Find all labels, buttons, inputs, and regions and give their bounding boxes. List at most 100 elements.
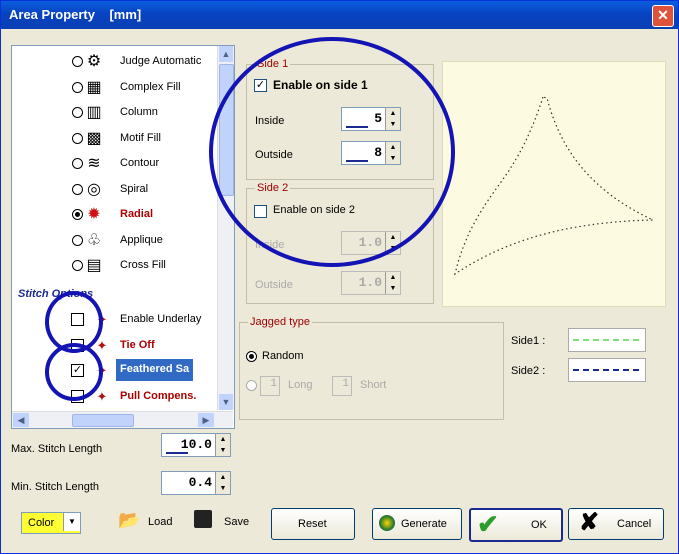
fill-type-item[interactable]: ⚙ Judge Automatic bbox=[12, 50, 217, 74]
cancel-x-icon: ✘ bbox=[579, 509, 600, 536]
motif-fill-icon: ▩ bbox=[86, 129, 102, 147]
side2-dash-line bbox=[573, 369, 639, 371]
side1-outside-value: 8 bbox=[374, 145, 382, 160]
random-label: Random bbox=[262, 350, 304, 362]
min-stitch-value: 0.4 bbox=[188, 475, 212, 490]
stitch-option-checkbox[interactable]: ✓ bbox=[71, 364, 84, 377]
reset-label: Reset bbox=[298, 518, 327, 530]
load-button[interactable]: 📂 Load bbox=[118, 510, 188, 534]
stitch-option-icon: ✦ bbox=[96, 312, 108, 327]
fill-type-radio[interactable] bbox=[72, 81, 83, 93]
fill-type-item[interactable]: ▩ Motif Fill bbox=[12, 127, 217, 151]
long-input[interactable]: 1 bbox=[260, 376, 280, 396]
applique-icon: ♧ bbox=[86, 231, 102, 249]
stitch-option-checkbox[interactable] bbox=[71, 338, 84, 352]
fill-type-item[interactable]: ♧ Applique bbox=[12, 229, 217, 253]
side1-enable-checkbox[interactable]: ✓ bbox=[254, 79, 267, 92]
fill-type-item[interactable]: ▤ Cross Fill bbox=[12, 254, 217, 278]
short-input[interactable]: 1 bbox=[332, 376, 352, 396]
fixed-radio[interactable] bbox=[246, 380, 257, 391]
chevron-down-icon[interactable]: ▼ bbox=[63, 513, 80, 531]
fill-type-label: Judge Automatic bbox=[120, 55, 202, 67]
shape-preview bbox=[442, 61, 666, 307]
max-stitch-value: 10.0 bbox=[180, 437, 212, 452]
color-select-label: Color bbox=[28, 517, 55, 529]
spin-arrows-icon[interactable]: ▲ ▼ bbox=[385, 272, 400, 294]
spin-arrows-icon[interactable]: ▲ ▼ bbox=[215, 434, 230, 456]
side1-legend: Side 1 bbox=[255, 58, 291, 70]
side2-enable-checkbox[interactable] bbox=[254, 205, 267, 218]
side2-inside-label: Inside bbox=[255, 239, 285, 251]
spin-arrows-icon[interactable]: ▲ ▼ bbox=[385, 142, 400, 164]
reset-button[interactable]: Reset bbox=[271, 508, 355, 540]
side1-inside-spinner[interactable]: 5 ▲ ▼ bbox=[341, 107, 401, 131]
fill-type-item[interactable]: ▥ Column bbox=[12, 101, 217, 125]
stitch-option-icon: ✦ bbox=[96, 337, 108, 353]
fill-type-radio[interactable] bbox=[72, 158, 83, 169]
min-stitch-spinner[interactable]: 0.4 ▲ ▼ bbox=[161, 471, 231, 495]
side1-dash-line bbox=[573, 339, 639, 341]
cancel-button[interactable]: ✘ Cancel bbox=[568, 508, 664, 540]
fill-type-item[interactable]: ✹ Radial bbox=[12, 203, 217, 227]
fill-type-label: Motif Fill bbox=[120, 131, 161, 144]
contour-icon: ≋ bbox=[87, 155, 101, 172]
fill-type-item[interactable]: ◎ Spiral bbox=[12, 178, 217, 202]
save-button[interactable]: Save bbox=[194, 510, 264, 534]
generate-label: Generate bbox=[401, 518, 447, 530]
stitch-options-header: Stitch Options bbox=[18, 288, 94, 300]
side1-line-swatch[interactable] bbox=[568, 328, 646, 352]
hscroll-thumb[interactable] bbox=[72, 414, 134, 427]
side2-line-swatch[interactable] bbox=[568, 358, 646, 382]
random-radio[interactable] bbox=[246, 351, 257, 362]
focus-underline bbox=[346, 160, 368, 162]
spin-arrows-icon[interactable]: ▲ ▼ bbox=[215, 472, 230, 494]
fill-type-radio[interactable] bbox=[72, 234, 83, 246]
side2-outside-spinner[interactable]: 1.0 ▲ ▼ bbox=[341, 271, 401, 295]
side1-outside-spinner[interactable]: 8 ▲ ▼ bbox=[341, 141, 401, 165]
ok-button[interactable]: ✔ OK bbox=[469, 508, 563, 542]
side2-legend: Side 2 bbox=[255, 182, 291, 194]
fill-type-radio[interactable] bbox=[72, 56, 83, 67]
fill-type-item[interactable]: ▦ Complex Fill bbox=[12, 76, 217, 100]
long-label: Long bbox=[288, 379, 313, 391]
side2-inside-spinner[interactable]: 1.0 ▲ ▼ bbox=[341, 231, 401, 255]
preview-shape-outline bbox=[454, 96, 654, 276]
fill-type-list[interactable]: ⚙ Judge Automatic ▦ Complex Fill ▥ Column ▩ Mot… bbox=[11, 45, 235, 429]
scroll-up-arrow[interactable]: ▲ bbox=[219, 46, 233, 62]
generate-button[interactable]: Generate bbox=[372, 508, 462, 540]
spin-arrows-icon[interactable]: ▲ ▼ bbox=[385, 232, 400, 254]
save-label: Save bbox=[224, 516, 250, 528]
stitch-option-checkbox[interactable] bbox=[71, 313, 84, 326]
stitch-option-checkbox[interactable] bbox=[71, 389, 84, 403]
stitch-option-label: Pull Compens. bbox=[120, 389, 197, 402]
jagged-legend: Jagged type bbox=[248, 316, 312, 328]
max-stitch-spinner[interactable]: 10.0 ▲ ▼ bbox=[161, 433, 231, 457]
list-horizontal-scrollbar[interactable]: ◀ ▶ bbox=[12, 411, 233, 428]
fill-type-radio[interactable] bbox=[72, 183, 83, 195]
title-bar[interactable]: Area Property [mm] ✕ bbox=[1, 1, 678, 29]
side2-enable-label: Enable on side 2 bbox=[273, 204, 355, 216]
stitch-option-label: Tie Off bbox=[120, 338, 155, 351]
fill-type-radio[interactable] bbox=[72, 107, 83, 118]
focus-underline bbox=[346, 126, 368, 128]
fill-type-radio[interactable] bbox=[72, 209, 83, 220]
judge-automatic-icon: ⚙ bbox=[86, 53, 102, 70]
color-select[interactable]: Color ▼ bbox=[21, 512, 81, 534]
fill-type-radio[interactable] bbox=[72, 132, 83, 144]
spin-arrows-icon[interactable]: ▲ ▼ bbox=[385, 108, 400, 130]
close-button[interactable]: ✕ bbox=[652, 5, 674, 27]
scroll-right-arrow[interactable]: ▶ bbox=[198, 413, 214, 427]
fill-type-radio[interactable] bbox=[72, 260, 83, 271]
stitch-option-icon: ✦ bbox=[96, 388, 108, 404]
scroll-thumb[interactable] bbox=[219, 64, 234, 196]
fill-type-item[interactable]: ≋ Contour bbox=[12, 152, 217, 176]
scroll-left-arrow[interactable]: ◀ bbox=[13, 413, 29, 427]
fixed-option[interactable] bbox=[186, 374, 386, 398]
side2-line-label: Side2 : bbox=[511, 365, 546, 377]
side1-inside-label: Inside bbox=[255, 115, 285, 127]
side1-enable-label: Enable on side 1 bbox=[273, 78, 368, 92]
floppy-disk-icon bbox=[194, 510, 212, 528]
short-label: Short bbox=[360, 379, 387, 391]
folder-open-icon: 📂 bbox=[118, 510, 141, 530]
stitch-option-item[interactable]: ✦ Enable Underlay bbox=[12, 308, 217, 332]
